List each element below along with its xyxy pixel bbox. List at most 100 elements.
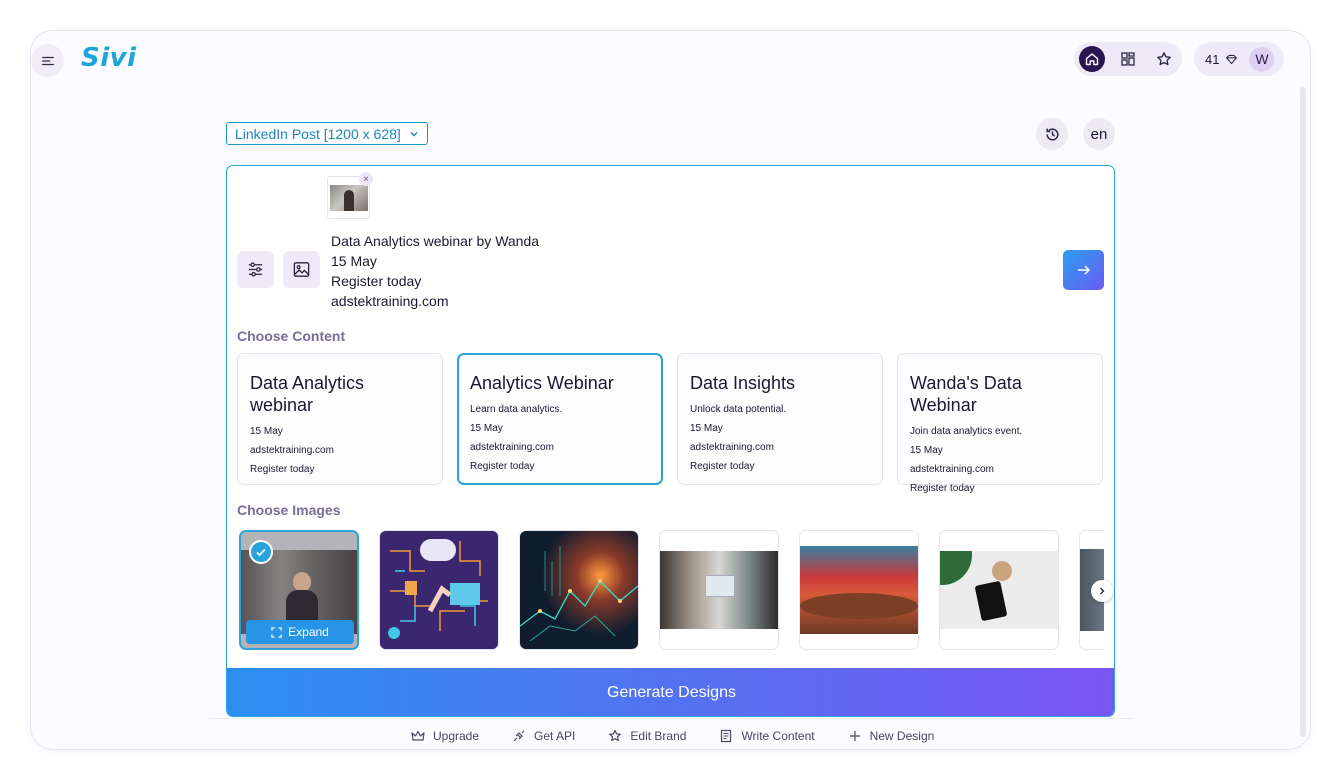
logo[interactable]: Sivi	[81, 43, 137, 73]
plus-icon	[849, 731, 860, 741]
image-option[interactable]	[519, 530, 639, 650]
image-option[interactable]	[799, 530, 919, 650]
photo-office-table	[800, 546, 918, 634]
edit-brand-link[interactable]: Edit Brand	[608, 729, 686, 743]
templates-button[interactable]	[1115, 46, 1141, 72]
prompt-line: adstektraining.com	[331, 293, 449, 309]
content-card-line: 15 May	[910, 445, 943, 456]
content-card-line: 15 May	[250, 426, 283, 437]
menu-icon	[41, 56, 54, 65]
sliders-icon	[248, 262, 263, 277]
history-icon	[1045, 127, 1059, 140]
credits-badge[interactable]: 41 W	[1194, 42, 1284, 76]
content-card-line: adstektraining.com	[470, 442, 554, 453]
content-card[interactable]: Data Insights Unlock data potential. 15 …	[677, 353, 883, 485]
content-card-line: Register today	[690, 461, 755, 472]
image-option[interactable]	[659, 530, 779, 650]
content-card-selected[interactable]: Analytics Webinar Learn data analytics. …	[457, 353, 663, 485]
credits-count: 41	[1205, 51, 1220, 67]
scrollbar[interactable]	[1300, 87, 1306, 737]
format-select[interactable]: LinkedIn Post [1200 x 628]	[226, 122, 428, 145]
photo-person-head	[293, 572, 311, 592]
get-api-label: Get API	[534, 729, 576, 743]
expand-button[interactable]: Expand	[246, 620, 354, 644]
image-option[interactable]	[379, 530, 499, 650]
gem-icon	[1225, 53, 1238, 66]
photo-tech-circuit	[380, 531, 498, 649]
prompt-line: Data Analytics webinar by Wanda	[331, 233, 540, 249]
content-card-title: Data Insights	[690, 373, 796, 393]
check-icon	[249, 540, 273, 564]
photo-table	[800, 593, 918, 619]
composer-panel: × Data Analytics webinar by Wanda 15 May…	[226, 165, 1115, 717]
content-card-line: Register today	[250, 464, 315, 475]
images-next-button[interactable]	[1091, 580, 1113, 602]
image-strip: Expand	[239, 530, 1104, 650]
content-card-line: Register today	[470, 461, 535, 472]
add-image-button[interactable]	[283, 251, 320, 288]
thumbnail-person	[344, 190, 354, 211]
submit-button[interactable]	[1063, 250, 1104, 290]
upgrade-label: Upgrade	[433, 729, 480, 743]
app-window: Sivi 41 W LinkedIn Post [1200 x 628] en …	[31, 31, 1310, 749]
get-api-link[interactable]: Get API	[512, 729, 575, 743]
content-card-title: Wanda's Data Webinar	[910, 373, 1022, 415]
plug-icon	[513, 730, 525, 742]
content-card-line: Join data analytics event.	[910, 426, 1023, 437]
content-card[interactable]: Wanda's Data Webinar Join data analytics…	[897, 353, 1103, 494]
image-option-selected[interactable]: Expand	[239, 530, 359, 650]
format-select-label: LinkedIn Post [1200 x 628]	[235, 125, 401, 142]
prompt-text[interactable]: Data Analytics webinar by Wanda 15 May R…	[331, 231, 539, 311]
chevron-down-icon	[410, 131, 418, 136]
content-card-line: Learn data analytics.	[470, 404, 563, 415]
nav-group	[1074, 42, 1182, 76]
content-card-line: Register today	[910, 483, 975, 494]
write-content-link[interactable]: Write Content	[719, 729, 815, 743]
grid-icon	[1121, 52, 1135, 66]
content-cards: Data Analytics webinar 15 May adstektrai…	[237, 353, 1103, 494]
document-icon	[721, 729, 732, 743]
arrow-right-icon	[1077, 265, 1090, 275]
content-card-line: 15 May	[690, 423, 723, 434]
expand-icon	[271, 626, 282, 638]
chevron-right-icon	[1100, 587, 1105, 595]
image-option[interactable]	[939, 530, 1059, 650]
home-icon	[1085, 53, 1099, 66]
photo-data-network	[520, 531, 638, 649]
footer-divider	[209, 718, 1133, 719]
photo-coffee	[992, 561, 1012, 581]
content-card-line: adstektraining.com	[690, 442, 774, 453]
choose-content-heading: Choose Content	[237, 328, 346, 344]
star-icon	[609, 729, 622, 742]
generate-designs-button[interactable]: Generate Designs	[227, 668, 1114, 716]
settings-button[interactable]	[237, 251, 274, 288]
prompt-line: 15 May	[331, 253, 377, 269]
edit-brand-label: Edit Brand	[630, 729, 687, 743]
expand-label: Expand	[288, 625, 329, 639]
avatar[interactable]: W	[1249, 46, 1275, 72]
prompt-line: Register today	[331, 273, 422, 289]
home-button[interactable]	[1079, 46, 1105, 72]
footer-links: Upgrade Get API Edit Brand Write Content…	[411, 729, 934, 743]
new-design-label: New Design	[869, 729, 935, 743]
star-icon	[1157, 52, 1171, 66]
content-card-line: adstektraining.com	[250, 445, 334, 456]
choose-images-heading: Choose Images	[237, 502, 341, 518]
write-content-label: Write Content	[741, 729, 815, 743]
new-design-link[interactable]: New Design	[848, 729, 935, 743]
image-icon	[293, 262, 310, 277]
history-button[interactable]	[1036, 118, 1068, 150]
content-card-title: Analytics Webinar	[470, 373, 614, 393]
favorites-button[interactable]	[1151, 46, 1177, 72]
content-card-line: adstektraining.com	[910, 464, 994, 475]
content-card-title: Data Analytics webinar	[250, 373, 365, 415]
upgrade-link[interactable]: Upgrade	[411, 729, 479, 743]
content-card-line: Unlock data potential.	[690, 404, 787, 415]
language-button[interactable]: en	[1083, 118, 1115, 150]
crown-icon	[411, 730, 425, 741]
photo-screen	[705, 575, 735, 597]
content-card[interactable]: Data Analytics webinar 15 May adstektrai…	[237, 353, 443, 485]
menu-button[interactable]	[31, 44, 64, 77]
remove-thumbnail-button[interactable]: ×	[359, 172, 373, 186]
content-card-line: 15 May	[470, 423, 503, 434]
